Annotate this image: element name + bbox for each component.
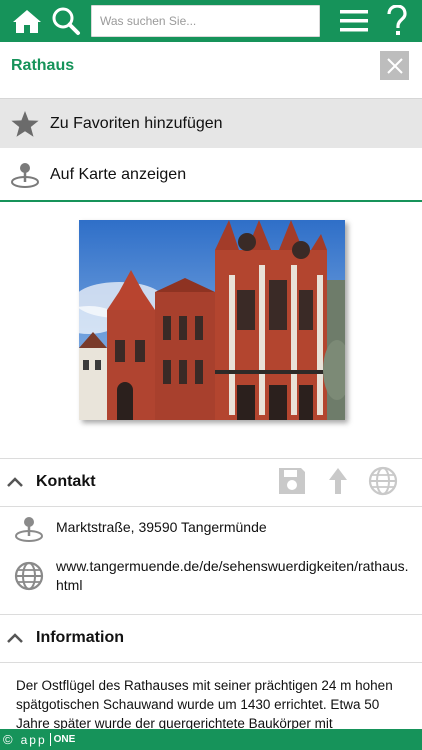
divider [0, 506, 422, 507]
website-link[interactable]: www.tangermuende.de/de/sehenswuerdigkeit… [56, 557, 416, 595]
information-text: Der Ostflügel des Rathauses mit seiner p… [16, 678, 393, 731]
map-pin-icon [14, 514, 44, 544]
brand-separator [49, 733, 51, 746]
search-input[interactable] [91, 5, 320, 37]
show-on-map-label: Auf Karte anzeigen [50, 165, 187, 183]
address-text: Marktstraße, 39590 Tangermünde [56, 519, 267, 535]
footer-bar: © app ONE [0, 729, 422, 750]
close-button[interactable] [380, 51, 409, 80]
kontakt-section-header: Kontakt [0, 459, 422, 505]
add-favorite-button[interactable]: Zu Favoriten hinzufügen [0, 98, 422, 148]
globe-icon[interactable] [368, 466, 398, 496]
chevron-up-icon[interactable] [6, 473, 24, 491]
home-icon[interactable] [8, 0, 46, 42]
page-title: Rathaus [11, 57, 75, 74]
top-bar [0, 0, 422, 42]
page-header: Rathaus [0, 42, 422, 98]
close-icon [386, 57, 403, 74]
navigate-arrow-icon[interactable] [323, 466, 353, 496]
kontakt-title: Kontakt [36, 473, 96, 490]
add-favorite-label: Zu Favoriten hinzufügen [50, 114, 223, 132]
town-hall-photo [79, 220, 345, 420]
brand-app-text: app [20, 732, 47, 747]
app-one-logo: app ONE [21, 733, 76, 747]
star-icon [0, 110, 50, 138]
help-icon[interactable] [380, 0, 414, 42]
map-pin-icon [0, 161, 50, 189]
brand-one-text: ONE [53, 734, 76, 745]
information-section-header: Information [0, 615, 422, 661]
globe-icon [14, 561, 44, 591]
divider [0, 662, 422, 663]
chevron-up-icon[interactable] [6, 629, 24, 647]
information-title: Information [36, 629, 124, 646]
search-icon[interactable] [48, 0, 84, 42]
show-on-map-button[interactable]: Auf Karte anzeigen [0, 149, 422, 200]
divider [0, 200, 422, 202]
copyright-symbol: © [3, 732, 13, 747]
save-icon[interactable] [277, 466, 307, 496]
menu-icon[interactable] [336, 0, 372, 42]
